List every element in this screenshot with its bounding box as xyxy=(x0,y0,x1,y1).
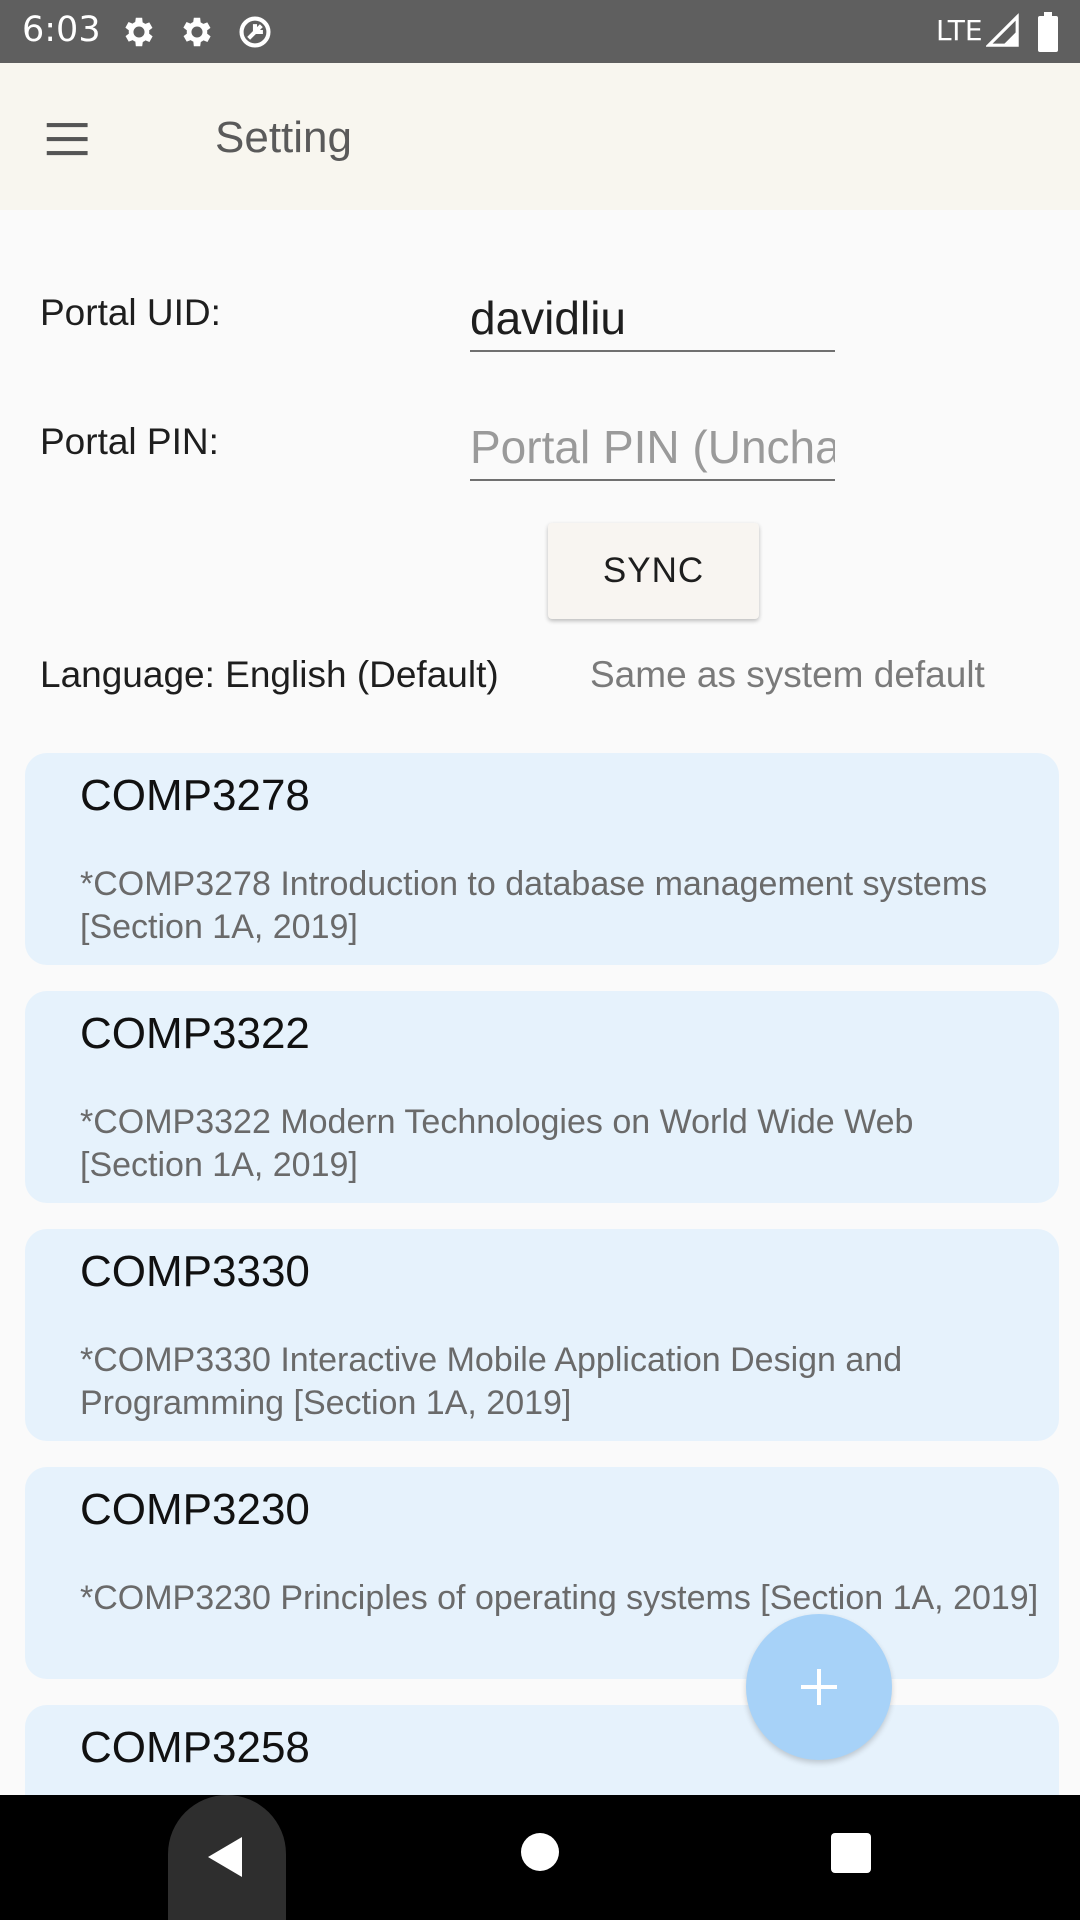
recents-icon[interactable] xyxy=(831,1833,871,1873)
back-button[interactable] xyxy=(168,1795,286,1920)
signal-icon xyxy=(986,13,1019,47)
language-selector[interactable]: Same as system default xyxy=(590,654,985,696)
course-code: COMP3258 xyxy=(80,1723,310,1772)
settings-gear-icon xyxy=(125,17,153,47)
portal-uid-input[interactable] xyxy=(470,286,835,352)
navigation-bar xyxy=(0,1795,1080,1920)
course-description: *COMP3330 Interactive Mobile Application… xyxy=(80,1341,903,1422)
back-icon xyxy=(208,1837,242,1877)
add-course-button[interactable] xyxy=(746,1614,892,1760)
app-bar: Setting xyxy=(0,63,1080,210)
plus-icon xyxy=(801,1669,837,1705)
course-card[interactable]: COMP3230 *COMP3230 Principles of operati… xyxy=(25,1467,1059,1679)
course-code: COMP3330 xyxy=(80,1247,310,1296)
course-code: COMP3230 xyxy=(80,1485,310,1534)
course-description: *COMP3230 Principles of operating system… xyxy=(80,1579,1039,1617)
page-title: Setting xyxy=(215,113,352,162)
settings-screen: COMP3278 *COMP3278 Introduction to datab… xyxy=(0,0,1080,1920)
portal-uid-label: Portal UID: xyxy=(40,292,221,333)
battery-icon xyxy=(1038,12,1058,52)
status-time: 6:03 xyxy=(22,10,101,50)
course-code: COMP3278 xyxy=(80,771,310,820)
language-label: Language: English (Default) xyxy=(40,654,499,695)
portal-pin-input[interactable] xyxy=(470,415,835,481)
course-description: *COMP3322 Modern Technologies on World W… xyxy=(80,1103,914,1184)
menu-icon[interactable] xyxy=(38,107,108,177)
course-description: *COMP3278 Introduction to database manag… xyxy=(80,865,988,946)
course-list[interactable]: COMP3278 *COMP3278 Introduction to datab… xyxy=(0,0,1080,1795)
course-card[interactable]: COMP3330 *COMP3330 Interactive Mobile Ap… xyxy=(25,1229,1059,1441)
settings-gear-icon xyxy=(183,17,211,47)
course-card[interactable]: COMP3278 *COMP3278 Introduction to datab… xyxy=(25,753,1059,965)
status-bar: 6:03 LTE xyxy=(0,0,1080,63)
data-saver-icon xyxy=(239,16,271,48)
course-code: COMP3322 xyxy=(80,1009,310,1058)
sync-button[interactable]: SYNC xyxy=(548,523,759,619)
home-icon[interactable] xyxy=(521,1833,559,1871)
course-card[interactable]: COMP3322 *COMP3322 Modern Technologies o… xyxy=(25,991,1059,1203)
portal-pin-label: Portal PIN: xyxy=(40,421,219,462)
network-type: LTE xyxy=(936,14,983,47)
course-card[interactable]: COMP3258 xyxy=(25,1705,1059,1795)
